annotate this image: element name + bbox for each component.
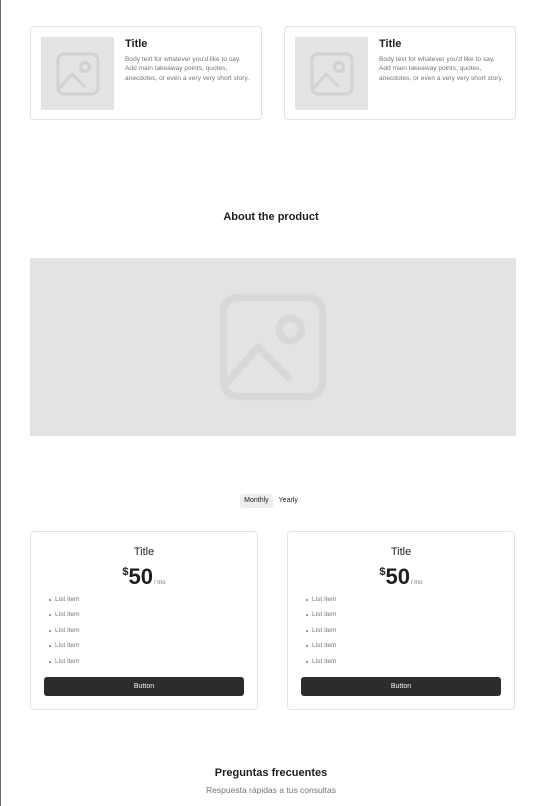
list-item: List item <box>306 595 337 610</box>
bullet-icon <box>306 645 308 648</box>
pricing-card-1: Title $50/ mo List item List item List i… <box>30 531 258 710</box>
list-item-label: List item <box>312 657 337 665</box>
plan-title: Title <box>390 546 412 558</box>
faq-title: Preguntas frecuentes <box>214 767 328 779</box>
list-item: List item <box>49 626 80 641</box>
list-item: List item <box>49 641 80 656</box>
bullet-icon <box>49 629 51 632</box>
list-item: List item <box>306 610 337 625</box>
billing-toggle: Monthly Yearly <box>0 494 542 508</box>
pricing-card-2: Title $50/ mo List item List item List i… <box>287 531 515 710</box>
image-placeholder-icon <box>56 52 99 95</box>
list-item-label: List item <box>312 596 337 603</box>
plan-feature-list: List item List item List item List item … <box>306 595 337 672</box>
plan-title: Title <box>133 546 155 558</box>
list-item-label: List item <box>312 626 337 634</box>
window-left-edge <box>0 0 1 806</box>
price-period: / mo <box>153 580 166 586</box>
card-title: Title <box>125 38 148 50</box>
toggle-yearly[interactable]: Yearly <box>275 494 302 508</box>
bullet-icon <box>306 599 308 601</box>
toggle-monthly[interactable]: Monthly <box>240 494 273 508</box>
faq-subtitle: Respuesta rápidas a tus consultas <box>206 785 336 795</box>
plan-button[interactable]: Button <box>44 677 244 696</box>
price-currency: $ <box>122 566 129 578</box>
content-card-1: Title Body text for whatever you'd like … <box>30 26 262 120</box>
image-placeholder-icon <box>219 293 327 401</box>
price-amount: 50 <box>385 564 410 589</box>
list-item: List item <box>306 641 337 656</box>
price-amount: 50 <box>128 564 153 589</box>
list-item-label: List item <box>55 626 80 634</box>
bullet-icon <box>49 645 51 648</box>
about-heading: About the product <box>223 211 319 223</box>
list-item-label: List item <box>55 611 80 619</box>
card-image <box>41 37 114 110</box>
bullet-icon <box>49 660 51 663</box>
list-item: List item <box>49 595 80 610</box>
bullet-icon <box>49 599 51 601</box>
list-item-label: List item <box>55 642 80 650</box>
bullet-icon <box>306 614 308 617</box>
card-body: Body text for whatever you'd like to say… <box>379 56 504 82</box>
list-item-label: List item <box>312 611 337 619</box>
plan-price: $50/ mo <box>288 564 514 590</box>
list-item: List item <box>49 610 80 625</box>
list-item-label: List item <box>55 657 80 665</box>
bullet-icon <box>306 660 308 663</box>
price-currency: $ <box>379 566 386 578</box>
list-item-label: List item <box>55 596 80 603</box>
list-item: List item <box>306 657 337 672</box>
card-body: Body text for whatever you'd like to say… <box>125 56 250 82</box>
card-image <box>295 37 368 110</box>
bullet-icon <box>306 629 308 632</box>
plan-price: $50/ mo <box>31 564 257 590</box>
image-placeholder-icon <box>310 52 353 95</box>
content-card-2: Title Body text for whatever you'd like … <box>284 26 516 120</box>
bullet-icon <box>49 614 51 617</box>
price-period: / mo <box>410 580 423 586</box>
product-image <box>30 258 516 436</box>
plan-feature-list: List item List item List item List item … <box>49 595 80 672</box>
list-item: List item <box>306 626 337 641</box>
list-item-label: List item <box>312 642 337 650</box>
card-title: Title <box>379 38 402 50</box>
plan-button[interactable]: Button <box>301 677 501 696</box>
list-item: List item <box>49 657 80 672</box>
